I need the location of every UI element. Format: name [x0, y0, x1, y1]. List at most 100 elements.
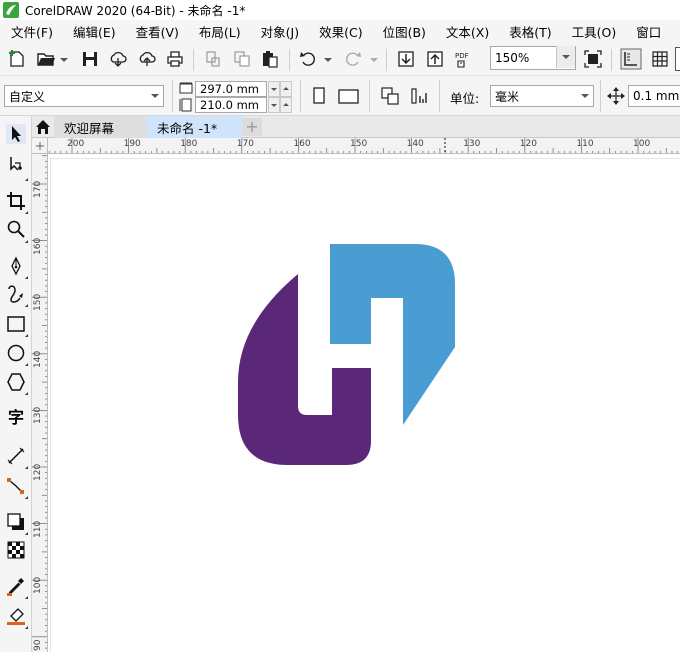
cloud-download-icon[interactable] [108, 49, 128, 69]
svg-text:PDF: PDF [455, 52, 469, 60]
tab-welcome-screen[interactable]: 欢迎屏幕 [54, 116, 154, 138]
shape-tool-icon[interactable] [6, 154, 26, 174]
ruler-origin-icon [36, 142, 44, 150]
property-bar: 自定义 297.0 mm 210.0 mm 单位: 毫米 0.1 mm [0, 76, 680, 116]
tab-document[interactable]: 未命名 -1* [147, 116, 242, 138]
dimension-tool-icon[interactable] [6, 446, 26, 466]
nudge-distance-field[interactable]: 0.1 mm [628, 85, 680, 107]
page-height-spinner[interactable] [280, 97, 292, 113]
print-icon[interactable] [165, 49, 185, 69]
menu-layout[interactable]: 布局(L) [189, 22, 251, 41]
page-height-field[interactable]: 210.0 mm [195, 97, 267, 113]
current-page-icon[interactable] [409, 86, 429, 106]
menu-object[interactable]: 对象(J) [251, 22, 309, 41]
menu-effects[interactable]: 效果(C) [309, 22, 372, 41]
menu-edit[interactable]: 编辑(E) [63, 22, 126, 41]
flyout-indicator [25, 334, 28, 337]
open-folder-icon[interactable] [36, 49, 56, 69]
menu-file[interactable]: 文件(F) [0, 22, 63, 41]
toolbar-separator [611, 49, 612, 71]
flyout-indicator [25, 496, 28, 499]
add-tab-button[interactable]: + [242, 118, 262, 136]
portrait-orientation-icon[interactable] [309, 86, 329, 106]
all-pages-icon[interactable] [380, 86, 400, 106]
zoom-dropdown-button[interactable] [556, 46, 575, 68]
ellipse-tool-icon[interactable] [6, 343, 26, 363]
page-height-stepper[interactable] [268, 97, 280, 113]
menu-table[interactable]: 表格(T) [499, 22, 561, 41]
undo-dropdown-icon[interactable] [324, 58, 332, 62]
vertical-ruler[interactable]: 170 160 150 140 130 120 110 100 90 [32, 154, 48, 652]
toolbar-overflow[interactable] [675, 47, 680, 71]
show-grid-icon[interactable] [650, 49, 670, 69]
ruler-label: 180 [180, 139, 198, 149]
flyout-indicator [25, 211, 28, 214]
menu-view[interactable]: 查看(V) [126, 22, 189, 41]
standard-toolbar: PDF 150% [0, 42, 680, 76]
text-tool-icon[interactable]: 字 [6, 408, 26, 428]
ruler-label: 100 [633, 139, 651, 149]
menu-tools[interactable]: 工具(O) [562, 22, 627, 41]
units-select[interactable]: 毫米 [490, 85, 594, 107]
ruler-label: 140 [33, 350, 43, 368]
zoom-tool-icon[interactable] [6, 219, 26, 239]
full-screen-icon[interactable] [583, 49, 603, 69]
flyout-indicator [25, 304, 28, 307]
menu-window[interactable]: 窗口 [626, 22, 671, 41]
eyedropper-tool-icon[interactable] [6, 576, 26, 596]
flyout-indicator [25, 178, 28, 181]
pen-tool-icon[interactable] [6, 256, 26, 276]
freehand-tool-icon[interactable] [6, 284, 26, 304]
copy-icon[interactable] [232, 49, 252, 69]
landscape-orientation-icon[interactable] [337, 86, 361, 106]
ruler-label: 170 [33, 180, 43, 198]
ruler-origin[interactable] [32, 138, 48, 154]
open-dropdown-icon[interactable] [60, 58, 68, 62]
title-bar: CorelDRAW 2020 (64-Bit) - 未命名 -1* [0, 0, 680, 20]
cloud-upload-icon[interactable] [137, 49, 157, 69]
flyout-indicator [25, 532, 28, 535]
flyout-indicator [25, 626, 28, 629]
rectangle-tool-icon[interactable] [6, 314, 26, 334]
redo-dropdown-icon[interactable] [370, 58, 378, 62]
ruler-label: 110 [576, 139, 594, 149]
flyout-indicator [25, 240, 28, 243]
save-icon[interactable] [80, 49, 100, 69]
ruler-label: 200 [67, 139, 85, 149]
show-rulers-icon[interactable] [620, 48, 642, 70]
interactive-fill-tool-icon[interactable] [6, 606, 26, 626]
crop-tool-icon[interactable] [6, 191, 26, 211]
page-width-spinner[interactable] [280, 81, 292, 97]
transparency-tool-icon[interactable] [6, 540, 26, 560]
page-size-preset-select[interactable]: 自定义 [4, 85, 164, 107]
new-document-icon[interactable] [7, 49, 27, 69]
cut-icon[interactable] [203, 49, 223, 69]
toolbar-separator [439, 80, 440, 112]
pdf-icon[interactable]: PDF [454, 49, 474, 69]
page-width-field[interactable]: 297.0 mm [195, 81, 267, 97]
drop-shadow-tool-icon[interactable] [6, 512, 26, 532]
page-size-preset-value: 自定义 [9, 89, 46, 104]
paste-icon[interactable] [260, 49, 280, 69]
window-title: CorelDRAW 2020 (64-Bit) - 未命名 -1* [25, 3, 246, 18]
toolbar-separator [386, 49, 387, 71]
horizontal-ruler[interactable]: 200 190 180 170 160 150 140 130 120 110 100 [32, 138, 680, 154]
ruler-label: 140 [406, 139, 424, 149]
menu-bitmaps[interactable]: 位图(B) [373, 22, 436, 41]
undo-icon[interactable] [298, 49, 318, 69]
home-icon[interactable] [35, 119, 51, 135]
connector-tool-icon[interactable] [6, 476, 26, 496]
polygon-tool-icon[interactable] [6, 372, 26, 392]
export-icon[interactable] [425, 49, 445, 69]
flyout-indicator [25, 392, 28, 395]
flyout-indicator [25, 363, 28, 366]
logo-artwork[interactable] [48, 154, 680, 652]
redo-icon[interactable] [343, 49, 363, 69]
page-height-icon [179, 98, 192, 112]
pick-tool-icon[interactable] [6, 124, 26, 144]
toolbar-separator [172, 80, 173, 112]
menu-text[interactable]: 文本(X) [436, 22, 499, 41]
import-icon[interactable] [396, 49, 416, 69]
page-width-stepper[interactable] [268, 81, 280, 97]
drawing-canvas[interactable] [48, 154, 680, 652]
